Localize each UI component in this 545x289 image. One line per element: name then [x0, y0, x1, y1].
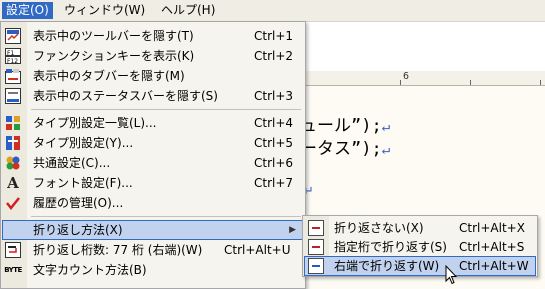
wrap-column-icon — [5, 242, 21, 258]
menu-item-hide-statusbar[interactable]: 表示中のステータスバーを隠す(S) Ctrl+3 — [2, 86, 304, 106]
menu-item-hide-tabbar[interactable]: 表示中のタブバーを隠す(M) — [2, 66, 304, 86]
menu-bar: 設定(O) ウィンドウ(W) ヘルプ(H) — [0, 0, 545, 22]
mouse-cursor-icon — [445, 265, 457, 285]
menu-item-wrap-method[interactable]: 折り返し方法(X) ▶ — [2, 220, 304, 240]
submenu-item-wrap-at-edge[interactable]: 右端で折り返す(W) Ctrl+Alt+W — [304, 256, 536, 276]
checkmark-icon — [5, 195, 21, 211]
no-wrap-icon — [308, 220, 324, 236]
menu-item-history-management[interactable]: 履歴の管理(O)... — [2, 193, 304, 213]
ruler-number: 6 — [403, 71, 410, 82]
menu-item-font-settings[interactable]: A フォント設定(F)... Ctrl+7 — [2, 173, 304, 193]
newline-mark: ↵ — [381, 119, 391, 135]
menu-separator — [31, 109, 301, 110]
menu-item-type-settings[interactable]: タイプ別設定(Y)... Ctrl+5 — [2, 133, 304, 153]
submenu-arrow-icon: ▶ — [289, 225, 296, 235]
wrap-at-column-icon — [308, 239, 324, 255]
menu-item-char-count-method[interactable]: BYTE 文字カウント方法(B) — [2, 260, 304, 280]
submenu-item-no-wrap[interactable]: 折り返さない(X) Ctrl+Alt+X — [304, 218, 536, 238]
editor-line: ュール”);↵ — [300, 116, 391, 136]
wrap-at-edge-icon — [308, 258, 324, 274]
byte-icon: BYTE — [4, 266, 22, 274]
menu-settings[interactable]: 設定(O) — [2, 2, 53, 19]
svg-text:F1: F1 — [7, 50, 14, 57]
wrap-method-submenu: 折り返さない(X) Ctrl+Alt+X 指定桁で折り返す(S) Ctrl+Al… — [302, 215, 538, 277]
tabbar-icon — [5, 68, 21, 84]
newline-mark: ↵ — [381, 142, 391, 158]
menu-help[interactable]: ヘルプ(H) — [157, 2, 219, 19]
menu-window[interactable]: ウィンドウ(W) — [60, 2, 149, 19]
function-key-icon: F1 F12 — [5, 48, 21, 64]
submenu-item-wrap-at-column[interactable]: 指定桁で折り返す(S) Ctrl+Alt+S — [304, 237, 536, 257]
svg-text:F12: F12 — [7, 58, 18, 64]
ruler: 6 — [300, 71, 545, 86]
menu-item-show-function-keys[interactable]: F1 F12 ファンクションキーを表示(K) Ctrl+2 — [2, 46, 304, 66]
type-settings-icon — [5, 135, 21, 151]
menu-item-hide-toolbar[interactable]: 表示中のツールバーを隠す(T) Ctrl+1 — [2, 26, 304, 46]
type-list-icon — [5, 115, 21, 131]
common-settings-icon — [5, 155, 21, 171]
menu-item-wrap-column[interactable]: 折り返し桁数: 77 桁 (右端)(W) Ctrl+Alt+U — [2, 240, 304, 260]
menu-item-type-settings-list[interactable]: タイプ別設定一覧(L)... Ctrl+4 — [2, 113, 304, 133]
menu-separator — [31, 216, 301, 217]
font-icon: A — [7, 174, 19, 192]
settings-dropdown-menu: 表示中のツールバーを隠す(T) Ctrl+1 F1 F12 ファンクションキーを表… — [0, 21, 306, 289]
toolbar-icon — [5, 28, 21, 44]
menu-item-common-settings[interactable]: 共通設定(C)... Ctrl+6 — [2, 153, 304, 173]
editor-line: ータス”);↵ — [300, 139, 391, 159]
statusbar-icon — [5, 88, 21, 104]
